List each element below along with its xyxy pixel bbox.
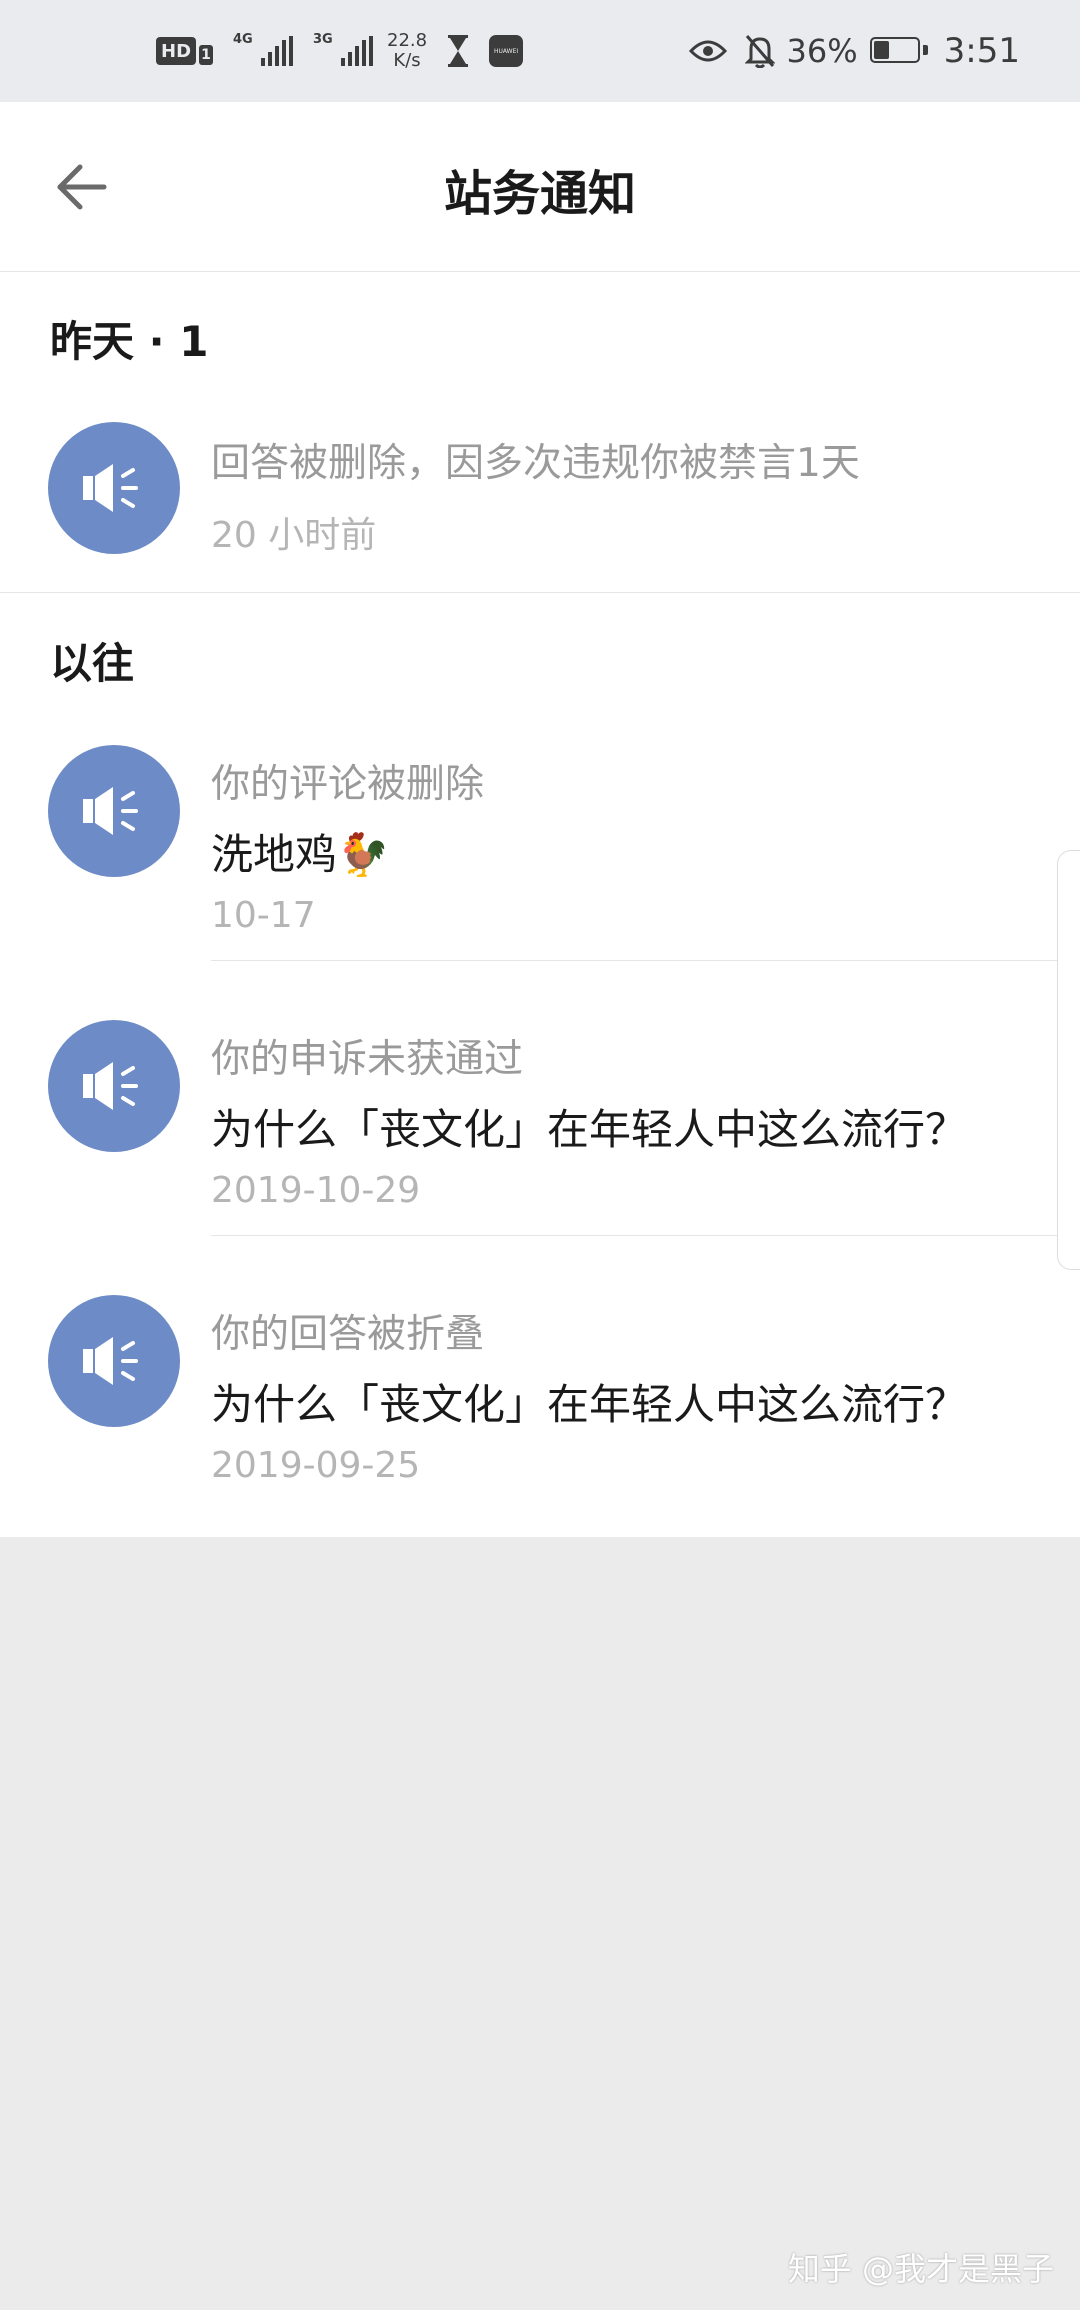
megaphone-icon: [83, 787, 138, 835]
status-bar-right: 36% 3:51: [688, 28, 1020, 74]
notification-item[interactable]: 回答被删除，因多次违规你被禁言1天 20 小时前: [0, 422, 1080, 564]
page-title: 站务通知: [443, 166, 636, 222]
notification-time: 10-17: [211, 895, 316, 936]
app-header: 站务通知: [0, 102, 1080, 272]
megaphone-icon: [83, 1062, 138, 1110]
notification-body: 为什么「丧文化」在年轻人中这么流行？: [211, 1105, 968, 1154]
notification-body: 为什么「丧文化」在年轻人中这么流行？: [211, 1380, 968, 1429]
watermark: 知乎 @我才是黑子: [787, 2250, 1054, 2288]
section-header-past: 以往: [50, 639, 135, 688]
notification-title: 你的回答被折叠: [211, 1312, 485, 1357]
announcement-avatar: [48, 1295, 180, 1427]
item-divider: [211, 960, 1080, 961]
network-speed: 22.8 K/s: [387, 31, 427, 71]
hourglass-icon: [448, 35, 469, 67]
status-time: 3:51: [943, 31, 1020, 71]
signal-4g-label: 4G: [233, 32, 253, 47]
notification-title: 你的申诉未获通过: [211, 1037, 524, 1082]
notification-item[interactable]: 你的申诉未获通过 为什么「丧文化」在年轻人中这么流行？ 2019-10-29: [0, 1020, 1080, 1250]
notification-time: 20 小时前: [211, 515, 377, 556]
notification-time: 2019-10-29: [211, 1170, 421, 1211]
signal-4g-icon: 4G: [233, 32, 294, 66]
section-header-yesterday: 昨天 · 1: [50, 317, 209, 366]
bell-off-icon: [744, 35, 775, 68]
announcement-avatar: [48, 745, 180, 877]
network-speed-value: 22.8: [387, 30, 428, 51]
item-divider: [211, 1235, 1080, 1236]
announcement-avatar: [48, 422, 180, 554]
status-bar: HD 1 4G 3G 22.8 K/s HUAWEI 36% 3:51: [0, 0, 1080, 102]
notifications-screen: HD 1 4G 3G 22.8 K/s HUAWEI 36% 3:51 站务通知…: [0, 0, 1080, 2310]
huawei-app-icon: HUAWEI: [489, 35, 524, 67]
status-bar-left: HD 1 4G 3G 22.8 K/s HUAWEI: [156, 28, 524, 74]
announcement-avatar: [48, 1020, 180, 1152]
eye-icon: [688, 40, 727, 62]
battery-percent: 36%: [786, 32, 858, 70]
megaphone-icon: [83, 464, 138, 512]
side-drawer-handle[interactable]: [1057, 850, 1080, 1270]
notification-time: 2019-09-25: [211, 1445, 421, 1486]
hd-badge: HD: [156, 37, 197, 65]
battery-fill: [873, 41, 889, 59]
hd-sim-number: 1: [199, 45, 214, 65]
battery-icon: [869, 37, 928, 65]
megaphone-icon: [83, 1337, 138, 1385]
section-divider: [0, 592, 1080, 593]
signal-3g-icon: 3G: [313, 32, 374, 66]
notification-title: 回答被删除，因多次违规你被禁言1天: [211, 441, 860, 486]
network-speed-unit: K/s: [393, 50, 421, 71]
notification-title: 你的评论被删除: [211, 762, 485, 807]
notification-list: 昨天 · 1 回答被删除，因多次违规你被禁言1天 20 小时前 以往 你的评论被…: [0, 272, 1080, 1537]
notification-item[interactable]: 你的回答被折叠 为什么「丧文化」在年轻人中这么流行？ 2019-09-25: [0, 1295, 1080, 1525]
notification-body: 洗地鸡🐓: [211, 830, 390, 879]
notification-item[interactable]: 你的评论被删除 洗地鸡🐓 10-17: [0, 745, 1080, 975]
signal-3g-label: 3G: [313, 32, 333, 47]
